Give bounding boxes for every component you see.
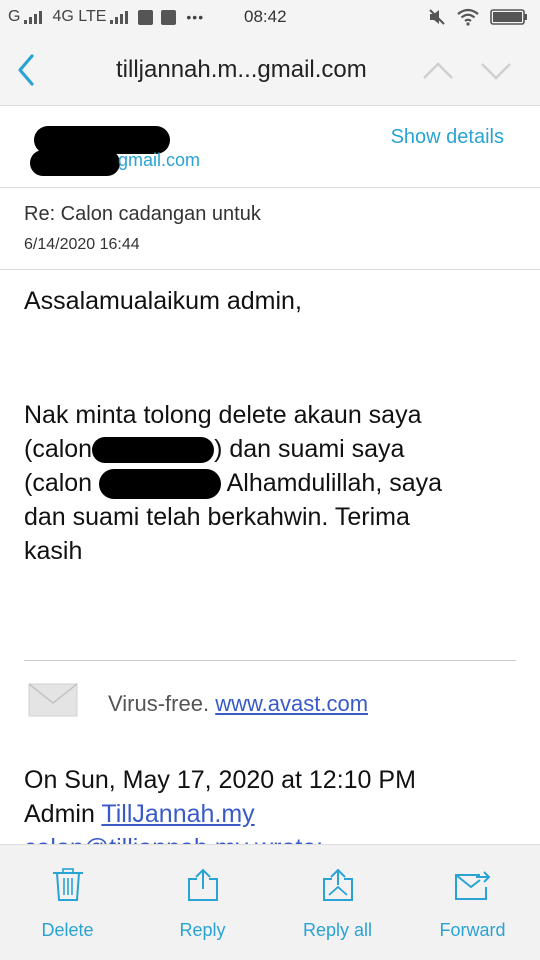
battery-icon	[490, 9, 527, 25]
wifi-icon	[457, 8, 479, 26]
avast-link[interactable]: www.avast.com	[215, 691, 368, 716]
quote-header: On Sun, May 17, 2020 at 12:10 PM	[24, 766, 416, 794]
body-line: (calon ) dan suami saya	[24, 432, 442, 466]
quote-sender: Admin TillJannah.my	[24, 800, 255, 829]
lte-label: 4G LTE	[52, 8, 107, 25]
status-bar: G 4G LTE ••• 08:42	[0, 0, 540, 36]
redacted-text	[99, 469, 222, 500]
signal-icon	[24, 10, 43, 24]
reply-all-label: Reply all	[302, 920, 373, 940]
signal-icon-2	[110, 10, 129, 24]
quote-sender-name: Admin	[24, 800, 95, 828]
virus-free-notice: Virus-free. www.avast.com	[108, 691, 368, 717]
body-line: dan suami telah berkahwin. Terima	[24, 503, 410, 531]
previous-message-icon[interactable]	[420, 54, 456, 86]
instagram-icon	[161, 9, 177, 25]
forward-label: Forward	[439, 920, 506, 940]
message-date: 6/14/2020 16:44	[24, 236, 140, 253]
divider	[24, 660, 516, 661]
delete-button[interactable]: Delete	[0, 845, 135, 960]
next-message-icon[interactable]	[478, 54, 514, 86]
back-arrow-icon[interactable]	[10, 50, 46, 90]
facebook-icon	[138, 9, 154, 25]
subject-area: Re: Calon cadangan untuk 6/14/2020 16:44	[0, 188, 540, 270]
more-notifications-icon: •••	[186, 9, 205, 25]
greeting: Assalamualaikum admin,	[24, 287, 302, 315]
sender-header: gmail.com Show details	[0, 106, 540, 188]
message-body: Nak minta tolong delete akaun saya (calo…	[24, 398, 442, 568]
forward-button[interactable]: Forward	[405, 845, 540, 960]
title-bar: tilljannah.m...gmail.com	[0, 36, 540, 106]
redacted-text	[92, 437, 215, 464]
redacted-sender-address	[30, 150, 120, 176]
body-text-fragment: Alhamdulillah, saya	[226, 469, 443, 497]
body-text-fragment: ) dan suami saya	[214, 435, 405, 463]
sender-email: gmail.com	[118, 150, 201, 170]
body-line: (calon Alhamdulillah, saya	[24, 466, 442, 500]
body-line: Nak minta tolong delete akaun saya	[24, 401, 422, 429]
network-type: G	[8, 8, 21, 25]
reply-all-button[interactable]: Reply all	[270, 845, 405, 960]
trash-icon	[52, 868, 83, 901]
mute-icon	[429, 9, 445, 25]
page-title: tilljannah.m...gmail.com	[116, 56, 367, 83]
clock: 08:42	[244, 7, 287, 26]
delete-label: Delete	[41, 920, 94, 940]
forward-icon	[454, 871, 490, 900]
virus-free-label: Virus-free.	[108, 691, 210, 716]
envelope-icon	[28, 683, 78, 717]
body-text-fragment: (calon	[24, 435, 93, 463]
body-line: kasih	[24, 537, 83, 565]
reply-label: Reply	[179, 920, 226, 940]
reply-button[interactable]: Reply	[135, 845, 270, 960]
reply-icon	[187, 868, 218, 901]
tilljannah-link[interactable]: TillJannah.my	[101, 800, 254, 828]
action-bar: Delete Reply Reply all Forward	[0, 844, 540, 960]
show-details-link[interactable]: Show details	[391, 126, 504, 149]
reply-all-icon	[322, 868, 353, 901]
message-subject: Re: Calon cadangan untuk	[24, 203, 261, 225]
body-text-fragment: (calon	[24, 469, 93, 497]
